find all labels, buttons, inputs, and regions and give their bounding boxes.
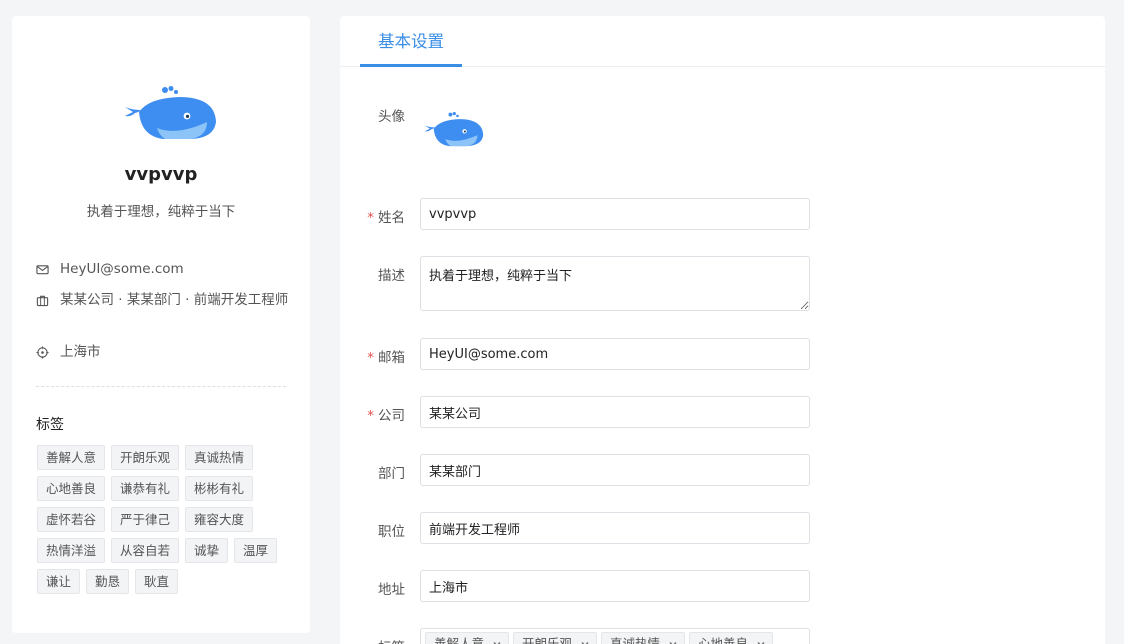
tag-select[interactable]: 善解人意 开朗乐观 真诚热情 心地善良 (420, 628, 810, 644)
name-input[interactable] (420, 198, 810, 230)
avatar-label: 头像 (378, 109, 405, 125)
tag-list: 善解人意 开朗乐观 真诚热情 心地善良 谦恭有礼 彬彬有礼 虚怀若谷 严于律己 … (37, 445, 299, 600)
address-input[interactable] (420, 570, 810, 602)
tab-bar: 基本设置 (340, 16, 1105, 67)
tag: 彬彬有礼 (185, 476, 254, 501)
profile-bio: 执着于理想，纯粹于当下 (86, 204, 236, 220)
selected-tag: 善解人意 (425, 632, 510, 644)
profile-job: 某某公司 · 某某部门 · 前端开发工程师 (60, 292, 289, 308)
close-icon[interactable] (756, 639, 766, 644)
required-mark: * (367, 408, 374, 424)
name-label: * 姓名 (367, 210, 405, 226)
profile-email-row: HeyUI@some.com (36, 259, 292, 280)
tag: 热情洋溢 (37, 538, 106, 563)
close-icon[interactable] (580, 639, 590, 644)
profile-job-row: 某某公司 · 某某部门 · 前端开发工程师 (36, 290, 292, 311)
profile-name: vvpvvp (124, 164, 198, 185)
position-label: 职位 (378, 524, 405, 540)
close-icon[interactable] (668, 639, 678, 644)
department-label: 部门 (378, 466, 405, 482)
whale-icon (424, 112, 484, 147)
tag: 开朗乐观 (111, 445, 180, 470)
profile-city-row: 上海市 (36, 342, 292, 363)
tab-basic-settings[interactable]: 基本设置 (360, 16, 462, 67)
department-input[interactable] (420, 454, 810, 486)
company-label: * 公司 (367, 408, 405, 424)
email-label: * 邮箱 (367, 350, 405, 366)
selected-tag: 真诚热情 (601, 632, 686, 644)
tags-label: 标签 (360, 636, 405, 644)
position-input[interactable] (420, 512, 810, 544)
required-mark: * (367, 350, 374, 366)
close-icon[interactable] (492, 639, 502, 644)
required-mark: * (367, 210, 374, 226)
profile-email: HeyUI@some.com (60, 261, 184, 277)
tag: 谦让 (37, 569, 81, 594)
company-input[interactable] (420, 396, 810, 428)
briefcase-icon (36, 290, 50, 311)
settings-panel: 基本设置 头像 *姓名 描述 执着于理想，纯粹于当下 *邮箱 *公司 (340, 16, 1105, 644)
tag: 从容自若 (111, 538, 180, 563)
tag: 谦恭有礼 (111, 476, 180, 501)
tag: 虚怀若谷 (37, 507, 106, 532)
profile-card: vvpvvp 执着于理想，纯粹于当下 HeyUI@some.com 某某公司 ·… (12, 16, 310, 633)
selected-tag: 心地善良 (689, 632, 774, 644)
tag: 真诚热情 (185, 445, 254, 470)
tag: 勤恳 (86, 569, 130, 594)
mail-icon (36, 259, 50, 280)
desc-textarea[interactable]: 执着于理想，纯粹于当下 (420, 256, 810, 311)
tag: 耿直 (135, 569, 179, 594)
tags-title: 标签 (36, 417, 64, 433)
whale-icon (125, 86, 216, 139)
selected-tag: 开朗乐观 (513, 632, 598, 644)
address-label: 地址 (378, 582, 405, 598)
tag: 雍容大度 (185, 507, 254, 532)
desc-label: 描述 (378, 268, 405, 284)
tag: 善解人意 (37, 445, 106, 470)
email-input[interactable] (420, 338, 810, 370)
avatar-upload[interactable] (421, 112, 485, 148)
tag: 诚挚 (185, 538, 229, 563)
tag: 心地善良 (37, 476, 106, 501)
profile-avatar (121, 86, 217, 142)
tag: 温厚 (234, 538, 278, 563)
profile-divider (36, 386, 286, 387)
profile-city: 上海市 (60, 344, 101, 360)
tag: 严于律己 (111, 507, 180, 532)
location-icon (36, 342, 50, 363)
